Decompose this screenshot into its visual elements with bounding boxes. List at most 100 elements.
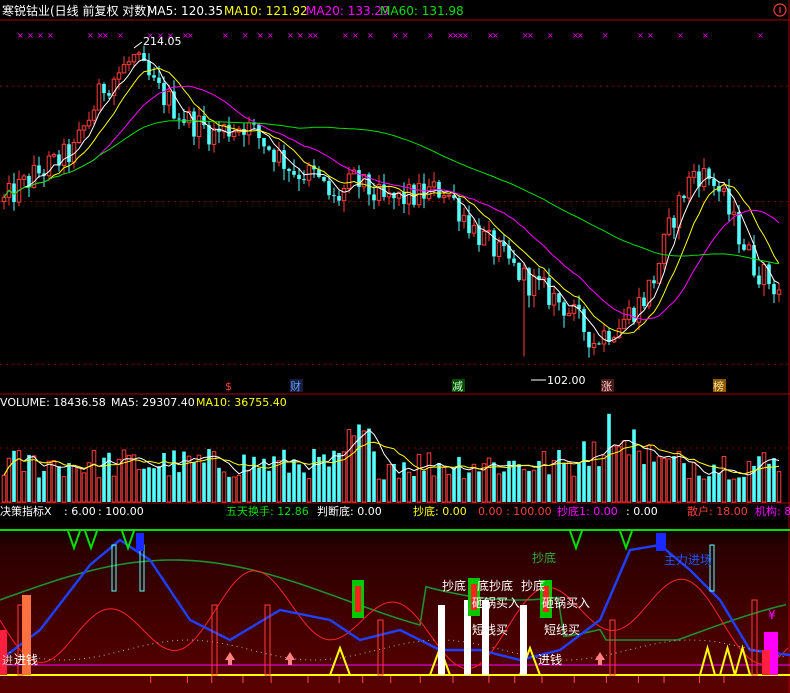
candle-body-up — [246, 122, 252, 136]
cross-mark: × — [637, 31, 644, 40]
info-marker-jian[interactable]: 减 — [452, 379, 465, 393]
zhuli-label: 主力进场 — [664, 553, 712, 567]
volume-bar-down — [467, 472, 471, 502]
info-marker-dollar[interactable]: $ — [225, 380, 232, 393]
volume-bar-down — [707, 476, 711, 502]
volume-bar-up — [346, 429, 352, 503]
candle-body-up — [566, 312, 572, 317]
candle-body-down — [607, 330, 611, 342]
volume-bar-up — [431, 475, 437, 503]
volume-bar-up — [721, 455, 727, 503]
volume-bar-up — [461, 478, 467, 503]
volume-bar-up — [486, 457, 492, 503]
volume-bar-down — [147, 467, 151, 502]
volume-bar-down — [642, 464, 646, 502]
chaodi-label-1: 抄底 — [442, 578, 466, 593]
cross-mark: × — [367, 31, 374, 40]
candle-body-down — [557, 293, 561, 303]
volume-bar-up — [601, 455, 607, 503]
volume-bar-up — [21, 470, 27, 503]
volume-bar-up — [231, 476, 237, 503]
volume-bar-down — [302, 472, 306, 502]
volume-bar-up — [96, 477, 102, 503]
cross-mark: × — [757, 31, 764, 40]
volume-bar-up — [396, 477, 402, 503]
candle-body-up — [441, 195, 447, 199]
volume-bar-up — [166, 475, 172, 503]
tieguo-label-2: 砸锅买入 — [542, 595, 590, 610]
info-marker-cai[interactable]: 财 — [290, 379, 303, 393]
volume-bar-up — [656, 456, 662, 503]
volume-bar-down — [727, 479, 731, 502]
volume-bar-up — [591, 441, 597, 503]
volume-bar-down — [42, 470, 46, 502]
volume-bar-down — [672, 456, 676, 502]
volume-bar-down — [547, 474, 551, 502]
candle-body-down — [327, 180, 331, 196]
max-price-label: 214.05 — [143, 35, 182, 48]
volume-bar-up — [571, 475, 577, 503]
volume-bar-down — [512, 460, 516, 502]
candle-body-up — [126, 61, 132, 66]
volume-ma10-label: MA10: 36755.40 — [196, 396, 287, 409]
candle-body-up — [196, 115, 202, 138]
volume-bar-down — [287, 472, 291, 502]
cross-mark: × — [222, 31, 229, 40]
volume-bar-down — [717, 472, 721, 502]
candle-body-up — [626, 307, 632, 320]
volume-bar-down — [267, 470, 271, 502]
volume-bar-down — [477, 471, 481, 502]
cross-mark: × — [577, 31, 584, 40]
volume-bar-down — [607, 413, 611, 502]
volume-bar-up — [521, 469, 527, 503]
volume-bar-down — [582, 441, 586, 502]
volume-bar-up — [691, 462, 697, 503]
volume-bar-down — [382, 479, 386, 502]
candle-body-down — [652, 280, 656, 284]
volume-bar-down — [227, 476, 231, 502]
cross-mark: × — [702, 31, 709, 40]
candle-body-down — [767, 264, 771, 285]
candle-body-down — [467, 215, 471, 234]
volume-bar-down — [332, 450, 336, 502]
marker-dollar-text: $ — [225, 380, 232, 393]
volume-bar-down — [597, 466, 601, 502]
candle-body-up — [551, 292, 557, 306]
volume-bar-down — [172, 450, 176, 502]
candle-body-down — [547, 277, 551, 305]
info-marker-zhang[interactable]: 涨 — [601, 379, 614, 393]
candle-body-up — [521, 267, 527, 281]
marker-cai-text: 财 — [290, 379, 301, 393]
left-glyph: 进 — [2, 654, 13, 667]
cross-mark: × — [527, 31, 534, 40]
cross-mark: × — [17, 31, 24, 40]
ma60-label: MA60: 131.98 — [380, 4, 464, 18]
cross-mark: × — [492, 31, 499, 40]
volume-bar-down — [457, 457, 461, 502]
volume-bar-up — [76, 467, 82, 503]
cross-mark: × — [242, 31, 249, 40]
cross-mark: × — [647, 31, 654, 40]
candle-body-down — [147, 61, 151, 76]
candle-body-up — [121, 64, 127, 74]
volume-bar-up — [676, 451, 682, 503]
volume-bar-up — [541, 451, 547, 503]
volume-bar-down — [37, 477, 41, 502]
candle-body-up — [691, 170, 697, 178]
indicator-sanhu: 散户: 18.00 — [687, 504, 748, 518]
volume-bar-down — [242, 454, 246, 502]
candle-body-up — [656, 262, 662, 284]
volume-bar-down — [67, 462, 71, 502]
candle-body-up — [661, 233, 667, 264]
ma10-label: MA10: 121.92 — [224, 4, 308, 18]
cross-mark: × — [47, 31, 54, 40]
candle-body-down — [177, 118, 181, 120]
ma5-label: MA5: 120.35 — [147, 4, 223, 18]
volume-bar-down — [282, 449, 286, 502]
candle-body-up — [721, 188, 727, 192]
candle-body-down — [272, 149, 276, 163]
volume-bar-up — [446, 473, 452, 503]
indicator-white-bar — [482, 600, 489, 675]
volume-bar-up — [731, 478, 737, 503]
info-marker-bang[interactable]: 榜 — [713, 379, 726, 393]
